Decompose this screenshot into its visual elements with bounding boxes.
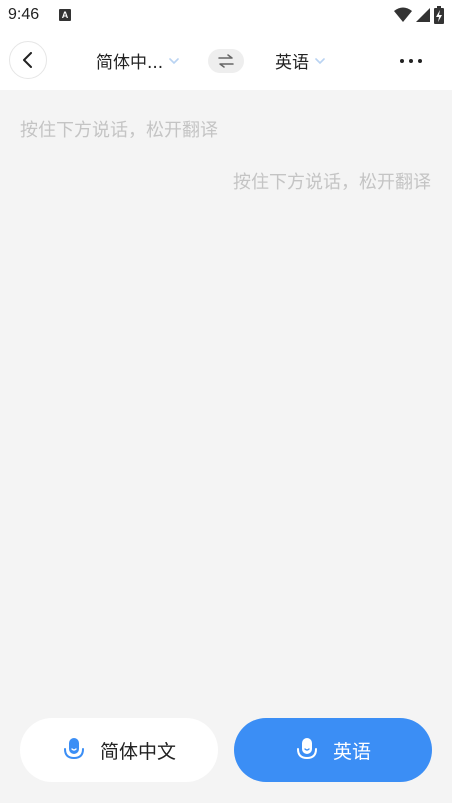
swap-arrows-icon: [218, 54, 234, 68]
status-bar: 9:46 A: [0, 0, 452, 32]
speak-target-language-button[interactable]: 英语: [234, 718, 432, 782]
a-letter-icon: A: [59, 9, 71, 21]
back-button[interactable]: [9, 41, 47, 79]
target-language-select[interactable]: 英语: [275, 48, 325, 73]
translation-area: 按住下方说话，松开翻译 按住下方说话，松开翻译: [0, 90, 452, 803]
microphone-icon: [62, 736, 86, 764]
speak-source-label: 简体中文: [99, 740, 176, 763]
status-time: 9:46: [8, 6, 40, 23]
speak-target-label: 英语: [332, 740, 371, 763]
more-options-button[interactable]: [392, 49, 430, 73]
signal-icon: [416, 8, 430, 22]
battery-charging-icon: [434, 6, 444, 24]
target-language-label: 英语: [275, 53, 309, 73]
wifi-icon: [394, 7, 412, 22]
chevron-left-icon: [23, 52, 32, 68]
chevron-down-icon: [315, 57, 325, 64]
source-language-select[interactable]: 简体中...: [96, 48, 180, 73]
more-dots-icon: [400, 59, 422, 63]
swap-languages-button[interactable]: [208, 49, 244, 73]
microphone-icon: [295, 736, 319, 764]
source-hint-text: 按住下方说话，松开翻译: [20, 120, 218, 141]
source-language-label: 简体中...: [96, 53, 164, 73]
app-header: 简体中... 英语: [0, 32, 452, 90]
status-icons: [394, 6, 444, 24]
speak-source-language-button[interactable]: 简体中文: [20, 718, 218, 782]
chevron-down-icon: [169, 57, 180, 64]
target-hint-text: 按住下方说话，松开翻译: [233, 172, 431, 193]
